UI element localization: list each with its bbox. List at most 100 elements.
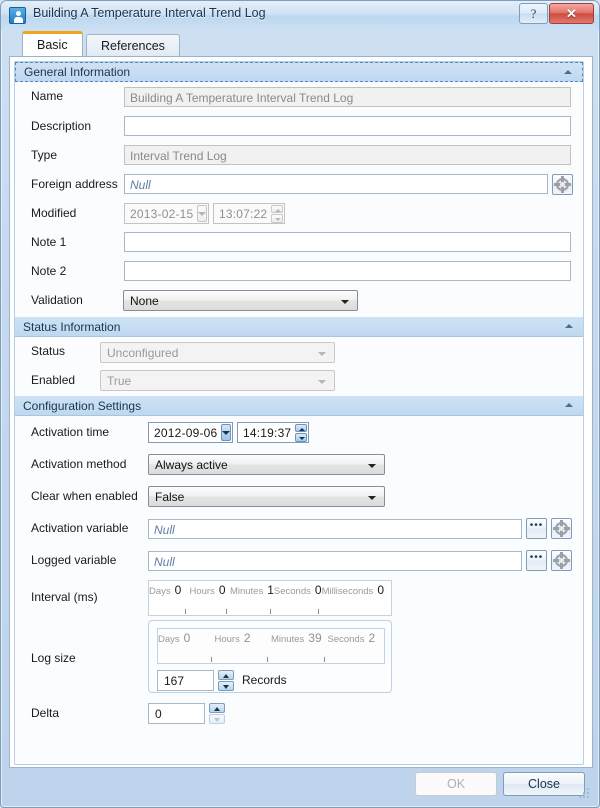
row-note1: Note 1	[15, 228, 583, 257]
records-field[interactable]: 167	[157, 670, 214, 691]
chevron-down-icon[interactable]	[221, 424, 232, 441]
label-foreign-address: Foreign address	[31, 177, 118, 191]
label-log-size: Log size	[31, 651, 76, 665]
validation-dropdown[interactable]: None	[123, 290, 358, 311]
duration-value-days[interactable]: 0	[175, 583, 189, 597]
chevron-down-icon	[318, 380, 326, 384]
section-header-status[interactable]: Status Information	[15, 317, 583, 337]
duration-column-days: Days 0	[158, 629, 215, 663]
note2-field[interactable]	[124, 261, 571, 281]
activation-time-field[interactable]: 14:19:37	[237, 422, 309, 443]
chevron-down-icon	[318, 352, 326, 356]
duration-column-hours: Hours 2	[215, 629, 272, 663]
modified-time-value: 13:07:22	[219, 206, 268, 221]
ok-button[interactable]: OK	[415, 772, 497, 796]
section-title-general: General Information	[24, 65, 131, 79]
chevron-down-icon	[368, 464, 376, 468]
collapse-icon-status[interactable]	[565, 324, 573, 328]
section-header-configuration[interactable]: Configuration Settings	[15, 396, 583, 416]
label-name: Name	[31, 89, 64, 103]
records-label: Records	[242, 673, 287, 687]
description-field[interactable]	[124, 116, 571, 136]
label-description: Description	[31, 119, 92, 133]
duration-column-days: Days 0	[149, 581, 189, 615]
properties-scroll-area: General Information Name Building A Temp…	[14, 61, 584, 765]
tab-panel-basic: General Information Name Building A Temp…	[9, 56, 593, 768]
tab-strip: Basic References	[15, 30, 593, 56]
activation-variable-settings-button[interactable]	[551, 518, 572, 539]
label-validation: Validation	[31, 293, 83, 307]
row-name: Name Building A Temperature Interval Tre…	[15, 82, 583, 112]
gear-icon	[553, 552, 570, 569]
row-interval: Interval (ms) Days 0 Hours 0 Minutes 1 Seconds…	[15, 576, 583, 618]
label-type: Type	[31, 148, 58, 162]
row-type: Type Interval Trend Log	[15, 141, 583, 170]
activation-time-value: 14:19:37	[243, 425, 292, 440]
activation-method-value: Always active	[155, 458, 228, 472]
spinner-icon	[271, 204, 283, 223]
status-value: Unconfigured	[107, 346, 179, 360]
collapse-icon-configuration[interactable]	[565, 403, 573, 407]
close-icon[interactable]: ✕	[549, 3, 594, 24]
resize-grip-icon[interactable]	[578, 787, 590, 799]
duration-column-minutes: Minutes 1	[230, 581, 274, 615]
logged-variable-field[interactable]: Null	[148, 551, 522, 571]
row-validation: Validation None	[15, 286, 583, 317]
row-status: Status Unconfigured	[15, 337, 583, 366]
row-note2: Note 2	[15, 257, 583, 286]
delta-spinner[interactable]	[209, 703, 225, 724]
label-activation-variable: Activation variable	[31, 521, 129, 535]
interval-duration-grid[interactable]: Days 0 Hours 0 Minutes 1 Seconds 0 Milliseconds 0	[148, 580, 392, 616]
note1-field[interactable]	[124, 232, 571, 252]
label-interval: Interval (ms)	[31, 590, 98, 604]
row-activation-variable: Activation variable Null •••	[15, 512, 583, 544]
dialog-window: Building A Temperature Interval Trend Lo…	[0, 0, 600, 808]
duration-column-seconds: Seconds 2	[328, 629, 385, 663]
close-button[interactable]: Close	[503, 772, 585, 796]
activation-variable-field[interactable]: Null	[148, 519, 522, 539]
duration-column-minutes: Minutes 39	[271, 629, 328, 663]
activation-variable-browse-button[interactable]: •••	[526, 518, 547, 539]
modified-date-value: 2013-02-15	[130, 206, 194, 221]
duration-header-days: Days	[149, 586, 171, 597]
tab-basic[interactable]: Basic	[22, 31, 83, 56]
label-delta: Delta	[31, 706, 60, 720]
tab-references[interactable]: References	[86, 34, 180, 56]
duration-column-seconds: Seconds 0	[274, 581, 322, 615]
duration-header-minutes: Minutes	[271, 634, 305, 645]
duration-header-days: Days	[158, 634, 180, 645]
label-clear-when-enabled: Clear when enabled	[31, 489, 138, 503]
collapse-icon-general[interactable]	[564, 70, 572, 74]
chevron-down-icon	[197, 205, 208, 222]
foreign-address-field[interactable]: Null	[124, 174, 548, 194]
enabled-dropdown: True	[100, 370, 335, 391]
duration-value-milliseconds[interactable]: 0	[377, 583, 391, 597]
label-note1: Note 1	[31, 235, 67, 249]
duration-value-seconds: 2	[368, 631, 376, 645]
type-field: Interval Trend Log	[124, 145, 571, 165]
logged-variable-settings-button[interactable]	[551, 550, 572, 571]
activation-method-dropdown[interactable]: Always active	[148, 454, 385, 475]
spinner-icon[interactable]	[295, 423, 307, 442]
row-activation-time: Activation time 2012-09-06 14:19:37	[15, 416, 583, 448]
help-button[interactable]: ?	[519, 3, 548, 24]
foreign-address-settings-button[interactable]	[552, 174, 573, 195]
row-clear-when-enabled: Clear when enabled False	[15, 480, 583, 512]
logged-variable-browse-button[interactable]: •••	[526, 550, 547, 571]
gear-icon	[554, 176, 571, 193]
dialog-footer: OK Close	[9, 768, 593, 801]
label-activation-time: Activation time	[31, 425, 110, 439]
label-logged-variable: Logged variable	[31, 553, 117, 567]
duration-header-minutes: Minutes	[229, 586, 264, 597]
records-spinner[interactable]	[218, 670, 234, 691]
activation-date-field[interactable]: 2012-09-06	[148, 422, 233, 443]
modified-time-field: 13:07:22	[213, 203, 285, 224]
section-header-general[interactable]: General Information	[15, 62, 583, 82]
chevron-down-icon	[341, 300, 349, 304]
delta-field[interactable]: 0	[148, 703, 205, 724]
row-activation-method: Activation method Always active	[15, 448, 583, 480]
clear-when-enabled-dropdown[interactable]: False	[148, 486, 385, 507]
gear-icon	[553, 520, 570, 537]
duration-column-hours: Hours 0	[189, 581, 229, 615]
title-bar: Building A Temperature Interval Trend Lo…	[1, 1, 599, 30]
